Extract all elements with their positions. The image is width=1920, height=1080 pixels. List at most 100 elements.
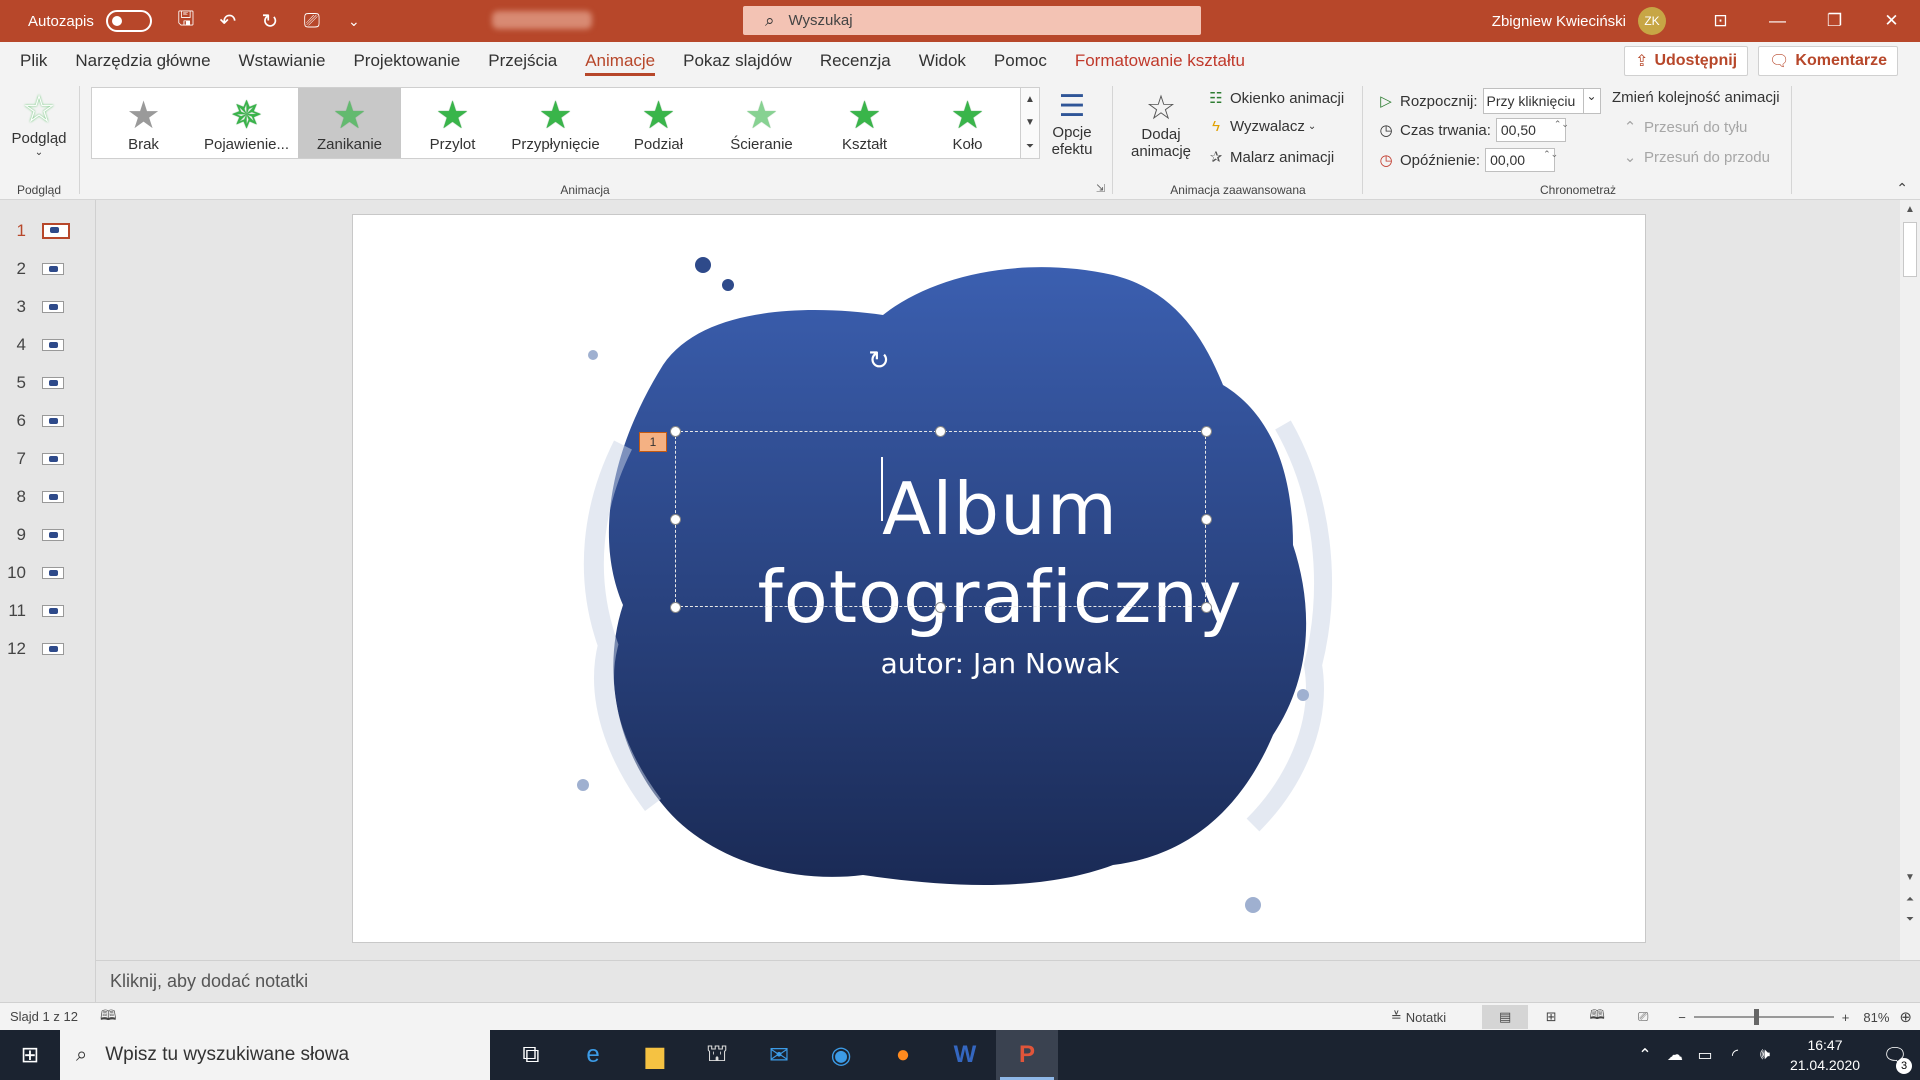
delay-stepper[interactable]: 00,00 (1485, 148, 1556, 172)
scroll-thumb[interactable] (1903, 222, 1917, 277)
tab-transitions[interactable]: Przejścia (474, 42, 571, 80)
tab-file[interactable]: Plik (0, 42, 61, 80)
gallery-down-icon[interactable]: ▼ (1025, 117, 1035, 128)
normal-view-icon[interactable]: ▤ (1482, 1005, 1529, 1029)
slide-thumbnail[interactable]: 4 (0, 330, 95, 360)
start-dropdown[interactable]: Przy kliknięciu (1482, 88, 1601, 114)
animation-wipe[interactable]: ★ Ścieranie (710, 88, 813, 158)
scroll-down-icon[interactable]: ▼ (1900, 872, 1920, 883)
minimize-icon[interactable]: — (1749, 0, 1806, 42)
resize-handle[interactable] (670, 426, 681, 437)
previous-slide-icon[interactable]: ⏶ (1900, 894, 1920, 905)
restore-icon[interactable]: ❐ (1806, 0, 1863, 42)
animation-fade[interactable]: ★ Zanikanie (298, 88, 401, 158)
next-slide-icon[interactable]: ⏷ (1900, 914, 1920, 925)
animation-shape[interactable]: ★ Kształt (813, 88, 916, 158)
preview-button[interactable]: ☆ Podgląd ⌄ (8, 90, 70, 158)
volume-icon[interactable]: 🕪 (1750, 1046, 1780, 1064)
edge-icon[interactable]: e (562, 1030, 624, 1080)
slide-subtitle[interactable]: autor: Jan Nowak (353, 647, 1645, 680)
present-icon[interactable]: ⎚ (300, 10, 324, 33)
move-earlier-button[interactable]: ⌃ Przesuń do tyłu (1620, 118, 1748, 137)
browser-icon[interactable]: ◉ (810, 1030, 872, 1080)
slide-thumbnail[interactable]: 6 (0, 406, 95, 436)
notes-toggle[interactable]: Notatki (1406, 1010, 1446, 1025)
slide-thumbnail[interactable]: 5 (0, 368, 95, 398)
zoom-level[interactable]: 81% (1863, 1010, 1889, 1025)
slideshow-icon[interactable]: ⎚ (1620, 1009, 1666, 1025)
slide-thumbnail[interactable]: 12 (0, 634, 95, 664)
notes-pane[interactable]: Kliknij, aby dodać notatki (96, 960, 1920, 1002)
slide-thumbnail[interactable]: 3 (0, 292, 95, 322)
file-explorer-icon[interactable]: ▆ (624, 1030, 686, 1080)
tab-view[interactable]: Widok (905, 42, 980, 80)
redo-icon[interactable]: ↻ (258, 9, 282, 34)
animation-wheel[interactable]: ★ Koło (916, 88, 1019, 158)
resize-handle[interactable] (1201, 602, 1212, 613)
tab-review[interactable]: Recenzja (806, 42, 905, 80)
animation-pane-button[interactable]: ☷ Okienko animacji (1206, 89, 1344, 108)
dialog-launcher-icon[interactable]: ⇲ (1096, 182, 1105, 195)
task-view-icon[interactable]: ⧉ (500, 1030, 562, 1080)
comments-button[interactable]: 🗨 Komentarze (1758, 46, 1898, 76)
gallery-scroll[interactable]: ▲ ▼ ⏷ (1020, 87, 1040, 159)
slide-thumbnail[interactable]: 9 (0, 520, 95, 550)
mail-icon[interactable]: ✉ (748, 1030, 810, 1080)
animation-appear[interactable]: ✵ Pojawienie... (195, 88, 298, 158)
slide-thumbnail[interactable]: 1 (0, 216, 95, 246)
fit-slide-icon[interactable]: ⊕ (1899, 1008, 1912, 1026)
duration-stepper[interactable]: 00,50 (1495, 118, 1566, 142)
notification-center-icon[interactable]: 🗨 3 (1870, 1043, 1920, 1074)
word-icon[interactable]: W (934, 1030, 996, 1080)
powerpoint-icon[interactable]: P (996, 1030, 1058, 1080)
store-icon[interactable]: ⛫ (686, 1030, 748, 1080)
tab-slideshow[interactable]: Pokaz slajdów (669, 42, 806, 80)
undo-icon[interactable]: ↶ (216, 9, 240, 34)
slide-info[interactable]: Slajd 1 z 12 (10, 1009, 78, 1024)
close-icon[interactable]: ✕ (1863, 0, 1920, 42)
animation-order-tag[interactable]: 1 (639, 432, 667, 452)
search-box[interactable]: ⌕ Wyszukaj (743, 6, 1201, 35)
resize-handle[interactable] (935, 602, 946, 613)
avatar[interactable]: ZK (1638, 7, 1666, 35)
zoom-slider[interactable] (1693, 1009, 1834, 1025)
resize-handle[interactable] (670, 602, 681, 613)
collapse-ribbon-icon[interactable]: ⌃ (1896, 180, 1908, 197)
animation-split[interactable]: ★ Podział (607, 88, 710, 158)
effect-options-button[interactable]: ☰ Opcje efektu (1046, 90, 1098, 158)
windows-start-icon[interactable]: ⊞ (0, 1030, 60, 1080)
tab-design[interactable]: Projektowanie (339, 42, 474, 80)
resize-handle[interactable] (1201, 426, 1212, 437)
resize-handle[interactable] (1201, 514, 1212, 525)
reading-view-icon[interactable]: 🕮 (1574, 1006, 1620, 1028)
slide-thumbnail[interactable]: 7 (0, 444, 95, 474)
wifi-icon[interactable]: ◜ (1720, 1045, 1750, 1065)
tab-animations[interactable]: Animacje (571, 42, 669, 80)
zoom-out-icon[interactable]: − (1678, 1010, 1686, 1025)
tab-help[interactable]: Pomoc (980, 42, 1061, 80)
tab-home[interactable]: Narzędzia główne (61, 42, 224, 80)
add-animation-button[interactable]: ☆ Dodaj animację (1124, 90, 1198, 160)
scroll-up-icon[interactable]: ▲ (1900, 204, 1920, 215)
resize-handle[interactable] (670, 514, 681, 525)
animation-fly-in[interactable]: ★ Przylot (401, 88, 504, 158)
tray-chevron-icon[interactable]: ⌃ (1630, 1045, 1660, 1065)
customize-toolbar-icon[interactable]: ⌄ (342, 13, 366, 30)
animation-painter-button[interactable]: ✰ Malarz animacji (1206, 148, 1335, 167)
trigger-button[interactable]: ϟ Wyzwalacz ⌄ (1206, 118, 1316, 135)
gallery-up-icon[interactable]: ▲ (1025, 94, 1035, 105)
slide-thumbnail[interactable]: 11 (0, 596, 95, 626)
save-icon[interactable]: 🖫 (174, 4, 198, 38)
tab-shape-format[interactable]: Formatowanie kształtu (1061, 42, 1259, 80)
slide-sorter-icon[interactable]: ⊞ (1528, 1009, 1574, 1025)
share-button[interactable]: ⇪ Udostępnij (1624, 46, 1749, 76)
accessibility-icon[interactable]: 🕮 (100, 1005, 117, 1029)
clock[interactable]: 16:47 21.04.2020 (1780, 1035, 1870, 1075)
slide-thumbnail[interactable]: 2 (0, 254, 95, 284)
animation-none[interactable]: ★ Brak (92, 88, 195, 158)
rotate-handle-icon[interactable]: ↻ (868, 345, 890, 376)
slide-thumbnail[interactable]: 8 (0, 482, 95, 512)
resize-handle[interactable] (935, 426, 946, 437)
ribbon-display-icon[interactable]: ⊡ (1692, 0, 1749, 42)
slide-thumbnail[interactable]: 10 (0, 558, 95, 588)
